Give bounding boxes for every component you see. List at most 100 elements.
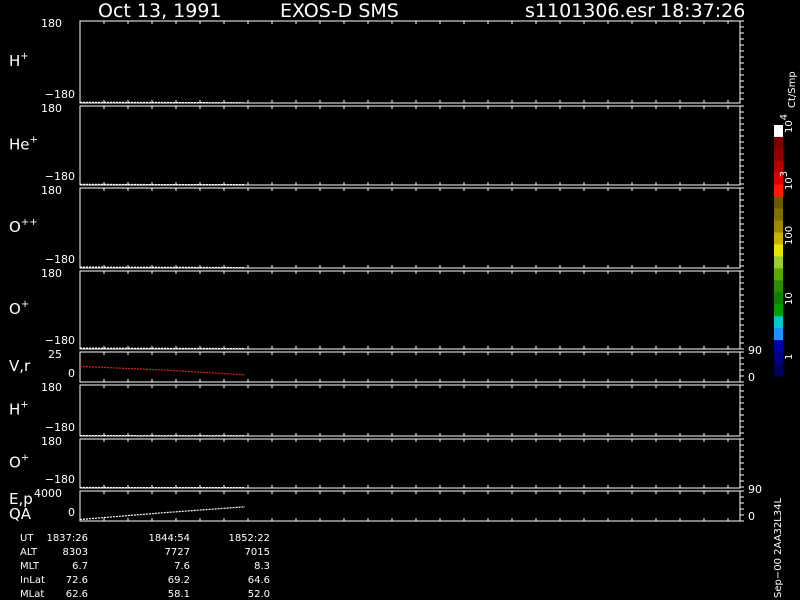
colorbar-tick-base: 10: [784, 292, 795, 305]
footer-value: 7015: [245, 547, 270, 558]
panel-frame: [79, 351, 741, 383]
right-tick-top: 90: [748, 483, 762, 496]
right-tick-top: 90: [748, 344, 762, 357]
colorbar-swatch: [774, 364, 783, 377]
footer-label: MLat: [20, 589, 44, 600]
y-tick-bottom: −180: [45, 170, 75, 183]
panel-label-text: O: [9, 300, 21, 318]
y-tick-top: 180: [41, 381, 62, 394]
panel-label: O++: [9, 217, 38, 236]
header-instrument: EXOS-D SMS: [280, 0, 399, 22]
panel-frame: [79, 270, 741, 350]
y-tick-top: 4000: [34, 487, 62, 500]
y-tick-top: 180: [41, 435, 62, 448]
panel-label: V,r: [9, 357, 31, 375]
panel-label-text: V,r: [9, 357, 31, 375]
footer-value: 1837:26: [46, 533, 88, 544]
panel-label-text: He: [9, 136, 30, 154]
colorbar-swatch: [774, 244, 783, 257]
panel-label: H+: [9, 51, 29, 70]
colorbar-tick-base: 100: [784, 226, 795, 245]
panel-frame: [79, 105, 741, 186]
y-tick-bottom: 0: [68, 506, 75, 519]
y-tick-top: 25: [48, 348, 62, 361]
colorbar-tick-label: 100: [784, 226, 795, 245]
colorbar-swatch: [774, 304, 783, 317]
colorbar-tick-base: 1: [784, 354, 795, 360]
panel-frame: [79, 490, 741, 522]
panel-o-plus-2: 180 −180 O+: [9, 435, 744, 489]
panel-ep-qa: 40000E,pQA900: [9, 483, 762, 523]
panel-label-sup: +: [21, 453, 29, 464]
header-date: Oct 13, 1991: [98, 0, 222, 22]
panel-he-plus: 180 −180 He+: [9, 102, 744, 186]
footer-label: ALT: [20, 547, 38, 558]
colorbar-swatch: [774, 148, 783, 162]
colorbar-swatch: [774, 328, 783, 341]
colorbar-tick-exp: 3: [779, 171, 790, 177]
panel-vr: 25 0 V,r 90 0: [9, 344, 762, 384]
panel-label-sup: +: [20, 51, 28, 62]
colorbar-swatch: [774, 340, 783, 353]
panel-label: O+: [9, 453, 29, 472]
panel-label-sup: +: [30, 135, 38, 146]
panel-label-sup: +: [21, 299, 29, 310]
footer-value: 1852:22: [228, 533, 270, 544]
sms-summary-plot: Oct 13, 1991 EXOS-D SMS s1101306.esr 18:…: [9, 0, 798, 600]
y-tick-bottom: −180: [45, 421, 75, 434]
footer-value: 72.6: [66, 575, 88, 586]
y-tick-bottom: 0: [68, 367, 75, 380]
colorbar-swatch: [774, 280, 783, 293]
colorbar-tick-base: 10: [784, 120, 795, 133]
right-tick-bottom: 0: [748, 371, 755, 384]
colorbar-swatch: [774, 292, 783, 305]
header-file: s1101306.esr: [525, 0, 655, 22]
footer-value: 69.2: [168, 575, 190, 586]
footer-value: 58.1: [168, 589, 190, 600]
panel-label-text: O: [9, 218, 21, 236]
panel-label: H+: [9, 400, 29, 419]
footer-value: 64.6: [248, 575, 270, 586]
colorbar-tick-base: 10: [784, 177, 795, 190]
panel-stack: 180−180H+180−180He+180−180O++180−180O+25…: [9, 17, 762, 523]
panel-label: He+: [9, 135, 38, 154]
footer-label: UT: [20, 533, 34, 544]
colorbar-swatch: [774, 268, 783, 281]
panel-frame: [79, 187, 741, 269]
panel-label-sup: +: [20, 400, 28, 411]
footer-value: 1844:54: [148, 533, 190, 544]
colorbar-swatch: [774, 136, 783, 150]
panel-frame: [79, 20, 741, 104]
colorbar-label: Ct/Smp: [787, 71, 798, 108]
colorbar-swatch: [774, 184, 783, 198]
footer-label: InLat: [20, 575, 45, 586]
colorbar-swatch: [774, 256, 783, 269]
panel-o-plusplus: 180 −180 O++: [9, 184, 744, 269]
colorbar-tick-label: 1: [784, 354, 795, 360]
panel-label-2: QA: [9, 505, 32, 523]
colorbar-tick-exp: 4: [779, 114, 790, 120]
panel-frame: [79, 384, 741, 437]
colorbar-swatch: [774, 352, 783, 365]
y-tick-top: 180: [41, 184, 62, 197]
panel-label-text: O: [9, 454, 21, 472]
y-tick-bottom: −180: [45, 88, 75, 101]
version-label: Sep−00 2AA32L34L: [773, 498, 784, 598]
y-tick-bottom: −180: [45, 473, 75, 486]
series-line-vr: [79, 365, 246, 376]
right-tick-bottom: 0: [748, 510, 755, 523]
panel-h-plus: 180 −180 H+: [9, 17, 744, 104]
colorbar-swatch: [774, 125, 783, 138]
colorbar-swatch: [774, 316, 783, 329]
footer-value: 6.7: [72, 561, 88, 572]
y-tick-bottom: −180: [45, 253, 75, 266]
panel-label-text: H: [9, 52, 20, 70]
panel-frame: [79, 438, 741, 489]
panel-o-plus: 180 −180 O+: [9, 267, 744, 350]
colorbar-swatch: [774, 232, 783, 246]
footer-table: UT 1837:26 1844:54 1852:22 ALT 8303 7727 7015 ML…: [20, 533, 270, 600]
colorbar-swatch: [774, 220, 783, 234]
colorbar-tick-label: 10: [784, 292, 795, 305]
panel-h-plus-2: 180 −180 H+: [9, 381, 744, 437]
header-time: 18:37:26: [660, 0, 745, 22]
